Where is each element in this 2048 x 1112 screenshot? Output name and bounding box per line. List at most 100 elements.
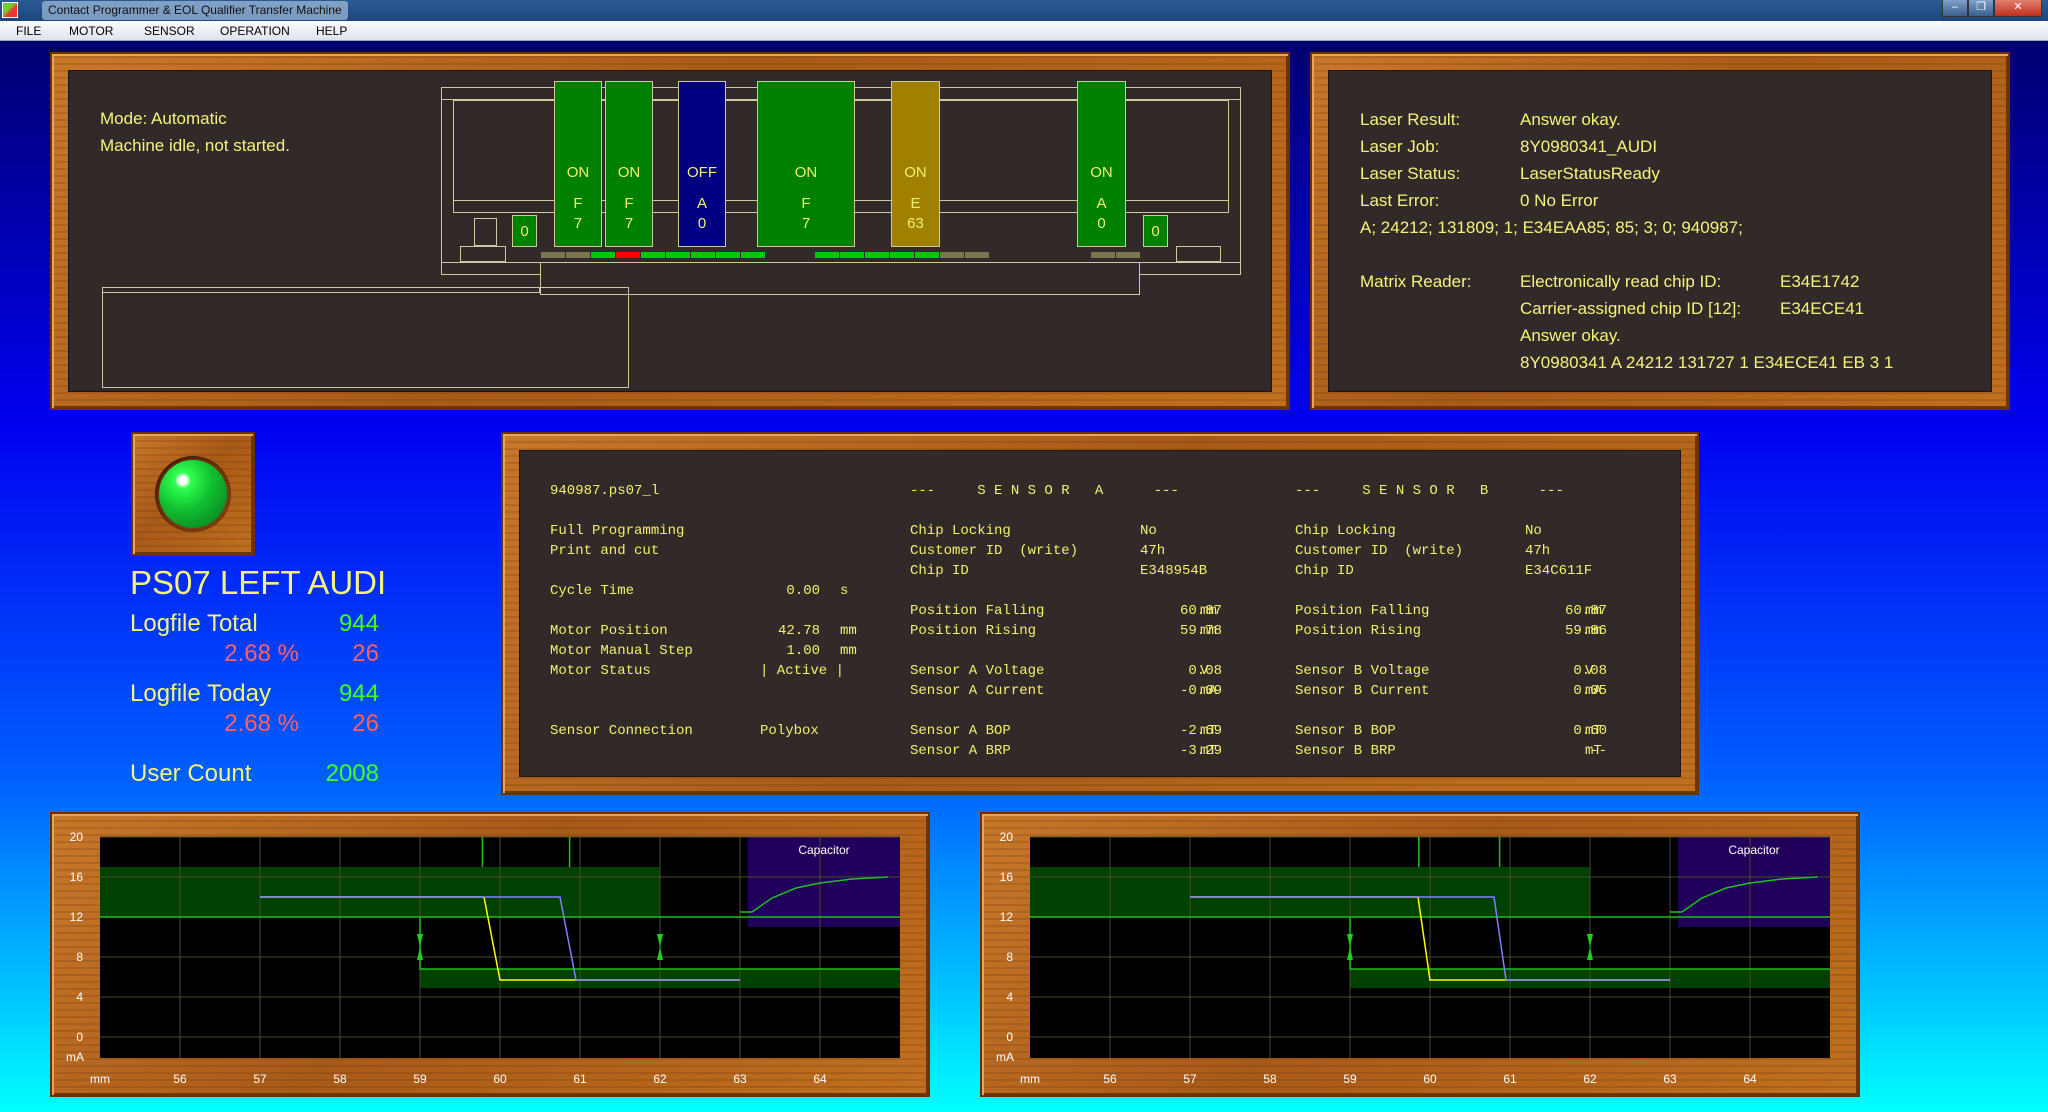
laser-value: 0 No Error	[1520, 191, 1599, 210]
sensor-b-label: Position Falling	[1295, 603, 1430, 619]
end-position-left: 0	[512, 215, 537, 247]
station-6: ON A 0	[1077, 81, 1126, 247]
sensor-indicator-green	[641, 252, 665, 258]
menu-help[interactable]: HELP	[316, 21, 347, 41]
logfile-total-label: Logfile Total	[130, 610, 258, 637]
matrix-label: Electronically read chip ID:	[1520, 272, 1722, 291]
station-num: 0	[1097, 215, 1106, 232]
program-file-name: 940987.ps07_l	[550, 483, 660, 499]
station-letter: F	[573, 195, 583, 212]
y-tick-label: 4	[76, 990, 83, 1004]
matrix-reader-label: Matrix Reader:	[1360, 272, 1472, 291]
sensor-a-value: E348954B	[1140, 563, 1208, 579]
matrix-line: 8Y0980341 A 24212 131727 1 E34ECE41 EB 3…	[1520, 353, 1894, 372]
today-fail-percent: 2.68 %	[224, 710, 299, 737]
user-count-value: 2008	[325, 760, 379, 787]
tolerance-band	[1030, 867, 1590, 917]
station-num: 63	[907, 215, 924, 232]
logfile-today-label: Logfile Today	[130, 680, 271, 707]
sensor-a-label: Sensor A BOP	[910, 723, 1011, 739]
matrix-answer: Answer okay.	[1520, 326, 1621, 345]
sensor-indicator-gray	[541, 252, 565, 258]
total-fail-percent: 2.68 %	[224, 640, 299, 667]
laser-value: 8Y0980341_AUDI	[1520, 137, 1658, 156]
close-button[interactable]: ✕	[1994, 0, 2042, 17]
sensor-b-value: 47h	[1525, 543, 1551, 559]
y-tick-label: 8	[1006, 950, 1013, 964]
sensor-indicator-green	[741, 252, 765, 258]
sensor-indicator-green	[591, 252, 615, 258]
sensor-a-label: Customer ID (write)	[910, 543, 1079, 559]
station-num: 0	[697, 215, 707, 232]
laser-label: Laser Result:	[1360, 110, 1461, 129]
x-tick-label: 61	[1503, 1072, 1517, 1086]
station-state: ON	[566, 164, 590, 181]
y-tick-label: 8	[76, 950, 83, 964]
station-letter: F	[801, 195, 811, 212]
current-chart-2: 56 57 58 59 60 61 62 63 64 0 4 8 12 16 20 mA mm Capacitor	[996, 830, 1830, 1086]
total-fail-count: 26	[352, 640, 379, 667]
x-tick-label: 64	[813, 1072, 827, 1086]
sensor-b-value: E34C611F	[1525, 563, 1593, 579]
sensor-b-label: Chip Locking	[1295, 523, 1396, 539]
station-state: ON	[1090, 164, 1113, 181]
x-tick-label: 61	[573, 1072, 587, 1086]
app-icon	[2, 2, 18, 18]
sensor-a-unit: mm	[1200, 623, 1217, 639]
station-num: 7	[624, 215, 634, 232]
y-tick-label: 16	[70, 870, 84, 884]
sensor-b-unit: mT	[1585, 743, 1602, 759]
x-tick-label: 64	[1743, 1072, 1757, 1086]
sensor-a-header: --- S E N S O R A ---	[910, 483, 1179, 499]
sensor-indicator-gray	[965, 252, 989, 258]
sensor-a-value: No	[1140, 523, 1157, 539]
sensor-b-unit: V	[1585, 663, 1594, 679]
current-chart-1: 56 57 58 59 60 61 62 63 64 0 4 8 12 16 20 mA mm Capacitor	[66, 830, 900, 1086]
sensor-a-value: 47h	[1140, 543, 1166, 559]
sensor-a-unit: mm	[1200, 603, 1217, 619]
sensor-a-label: Sensor A Current	[910, 683, 1045, 699]
station-num: 7	[573, 215, 583, 232]
menu-motor[interactable]: MOTOR	[69, 21, 113, 41]
x-tick-label: 57	[1183, 1072, 1197, 1086]
station-3: OFF A 0	[678, 81, 726, 247]
sensor-a-label: Position Falling	[910, 603, 1045, 619]
sensor-b-unit: mT	[1585, 723, 1602, 739]
machine-info-label: Motor Status	[550, 663, 651, 679]
machine-info-unit: s	[840, 583, 849, 599]
matrix-label: Carrier-assigned chip ID [12]:	[1520, 299, 1742, 318]
logfile-total-value: 944	[338, 610, 379, 637]
menu-operation[interactable]: OPERATION	[220, 21, 290, 41]
sensor-b-unit: mm	[1585, 623, 1602, 639]
station-state: ON	[794, 164, 818, 181]
y-tick-label: 12	[1000, 910, 1014, 924]
sensor-a-label: Sensor A BRP	[910, 743, 1011, 759]
left-step	[460, 246, 506, 262]
user-count-label: User Count	[130, 760, 252, 787]
y-tick-label: 0	[1006, 1030, 1013, 1044]
machine-info-label: Motor Manual Step	[550, 643, 693, 659]
sensor-a-label: Position Rising	[910, 623, 1037, 639]
x-tick-label: 62	[653, 1072, 667, 1086]
sensor-b-label: Position Rising	[1295, 623, 1422, 639]
right-step	[1176, 246, 1221, 262]
machine-info-label: Sensor Connection	[550, 723, 693, 739]
machine-info-unit: mm	[840, 643, 857, 659]
sensor-a-unit: mT	[1200, 743, 1217, 759]
x-tick-label: 56	[173, 1072, 187, 1086]
window-title: Contact Programmer & EOL Qualifier Trans…	[42, 1, 348, 20]
maximize-button[interactable]: ❐	[1968, 0, 1994, 17]
left-tower	[474, 218, 497, 246]
sensor-indicator-green	[815, 252, 839, 258]
station-num: 7	[801, 215, 811, 232]
x-tick-label: 57	[253, 1072, 267, 1086]
station-letter: F	[624, 195, 634, 212]
x-tick-label: 63	[1663, 1072, 1677, 1086]
station-1: ON F 7	[554, 81, 602, 247]
sensor-a-unit: mT	[1200, 723, 1217, 739]
minimize-button[interactable]: –	[1942, 0, 1968, 17]
capacitor-label: Capacitor	[798, 843, 849, 857]
machine-info-value: | Active |	[760, 663, 845, 679]
menu-file[interactable]: FILE	[16, 21, 41, 41]
menu-sensor[interactable]: SENSOR	[144, 21, 195, 41]
